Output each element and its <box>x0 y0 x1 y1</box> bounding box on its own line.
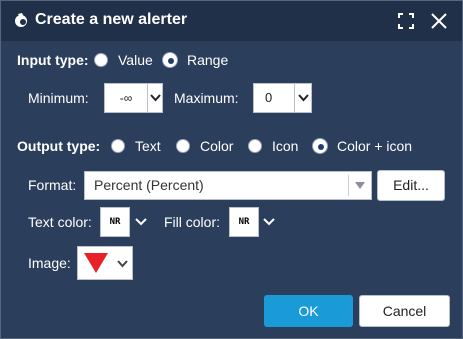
format-select-value: Percent (Percent) <box>94 177 204 193</box>
cancel-button[interactable]: Cancel <box>359 295 450 327</box>
alerter-bell-icon <box>15 13 27 27</box>
minimum-value: -∞ <box>119 91 133 105</box>
maximum-value: 0 <box>265 90 273 105</box>
format-label: Format: <box>28 177 77 193</box>
output-type-icon-radio[interactable] <box>248 139 262 153</box>
output-type-color-icon-radio[interactable] <box>313 139 327 153</box>
text-color-swatch[interactable]: NR <box>100 207 130 237</box>
minimum-input[interactable]: -∞ <box>104 83 148 113</box>
chevron-down-icon <box>150 94 161 102</box>
fill-color-swatch-text: NR <box>238 217 250 227</box>
maximum-label: Maximum: <box>174 90 239 106</box>
chevron-down-icon <box>117 260 128 268</box>
minimum-label: Minimum: <box>28 90 89 106</box>
output-type-color-radio[interactable] <box>176 139 190 153</box>
text-color-chevron-icon[interactable] <box>135 218 147 226</box>
output-type-icon-label[interactable]: Icon <box>272 138 298 154</box>
format-select-arrow-area <box>348 175 371 196</box>
title-bar: Create a new alerter <box>1 1 462 41</box>
chevron-down-icon <box>298 94 309 102</box>
output-type-color-label[interactable]: Color <box>200 138 233 154</box>
dialog-title: Create a new alerter <box>35 11 188 28</box>
image-label: Image: <box>28 255 71 271</box>
text-color-label: Text color: <box>28 214 92 230</box>
image-select[interactable] <box>77 246 133 280</box>
input-type-label: Input type: <box>17 52 89 68</box>
fill-color-label: Fill color: <box>164 214 221 230</box>
format-select[interactable]: Percent (Percent) <box>84 171 372 200</box>
alerter-dialog: Create a new alerter Input type: Value R… <box>0 0 463 339</box>
ok-button[interactable]: OK <box>264 295 353 327</box>
text-color-swatch-text: NR <box>109 217 121 227</box>
triangle-down-icon <box>355 182 365 189</box>
output-type-text-radio[interactable] <box>111 139 125 153</box>
fill-color-chevron-icon[interactable] <box>263 218 275 226</box>
close-icon[interactable] <box>430 12 448 30</box>
maximum-input[interactable]: 0 <box>253 83 295 113</box>
minimum-dropdown[interactable] <box>147 83 163 113</box>
output-type-text-label[interactable]: Text <box>135 138 161 154</box>
red-down-triangle-icon <box>84 253 108 273</box>
input-type-value-radio[interactable] <box>94 53 108 67</box>
output-type-color-icon-label[interactable]: Color + icon <box>337 138 412 154</box>
output-type-label: Output type: <box>17 138 101 154</box>
maximum-dropdown[interactable] <box>294 83 312 113</box>
maximize-icon[interactable] <box>397 12 415 30</box>
format-edit-button[interactable]: Edit... <box>377 170 445 201</box>
input-type-range-radio[interactable] <box>163 53 177 67</box>
input-type-value-label[interactable]: Value <box>118 52 153 68</box>
fill-color-swatch[interactable]: NR <box>229 207 259 237</box>
input-type-range-label[interactable]: Range <box>187 52 228 68</box>
